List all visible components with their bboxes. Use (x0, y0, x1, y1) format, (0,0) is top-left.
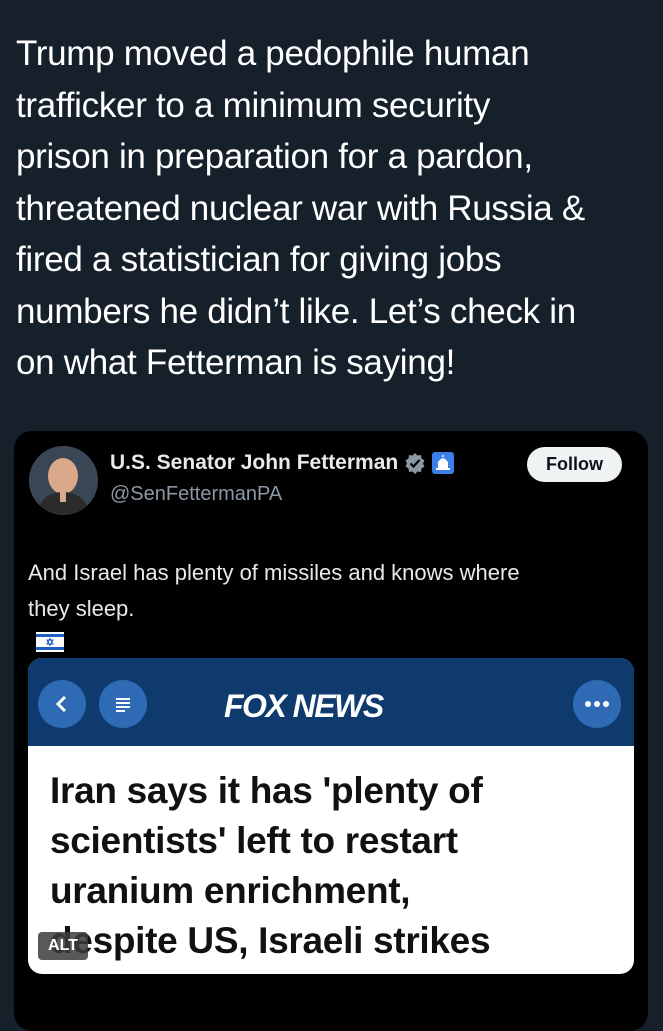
news-header-bar: FOX NEWS (28, 658, 634, 746)
news-headline: Iran says it has 'plenty of scientists' … (50, 766, 625, 966)
fox-news-logo-text: FOX NEWS (224, 688, 384, 724)
avatar[interactable] (29, 446, 98, 515)
display-name-text: U.S. Senator John Fetterman (110, 451, 399, 474)
headline-line: Iran says it has 'plenty of (50, 770, 483, 811)
post-text-line: trafficker to a minimum security (16, 85, 491, 125)
back-icon[interactable] (38, 680, 86, 728)
quoted-text-line-content: they sleep. (28, 596, 135, 621)
quoted-text-line: they sleep. (28, 591, 638, 663)
quoted-text-line: And Israel has plenty of missiles and kn… (28, 560, 520, 585)
menu-icon[interactable] (99, 680, 147, 728)
headline-line: uranium enrichment, (50, 870, 411, 911)
display-name[interactable]: U.S. Senator John Fetterman (110, 451, 455, 475)
post-text: Trump moved a pedophile human trafficker… (16, 28, 656, 389)
post-text-line: on what Fetterman is saying! (16, 343, 456, 382)
alt-text-badge[interactable]: ALT (38, 932, 88, 960)
article-image[interactable]: FOX NEWS Iran says it has 'plenty of sci… (28, 658, 634, 974)
post-text-line: threatened nuclear war with Russia & (16, 188, 585, 228)
quoted-post-text: And Israel has plenty of missiles and kn… (28, 555, 638, 663)
capitol-badge-icon (432, 452, 455, 474)
quoted-post-card[interactable]: U.S. Senator John Fetterman @SenFetterma… (14, 431, 648, 1031)
follow-button[interactable]: Follow (527, 447, 622, 482)
fox-news-logo: FOX NEWS (224, 688, 384, 725)
post-text-line: fired a statistician for giving jobs (16, 240, 502, 279)
verified-badge-icon (404, 452, 426, 474)
handle[interactable]: @SenFettermanPA (110, 483, 282, 506)
post-text-line: Trump moved a pedophile human (16, 34, 530, 73)
post-text-line: prison in preparation for a pardon, (16, 137, 533, 176)
headline-line: despite US, Israeli strikes (50, 920, 491, 961)
more-icon[interactable] (573, 680, 621, 728)
post-text-line: numbers he didn’t like. Let’s check in (16, 291, 576, 331)
headline-line: scientists' left to restart (50, 820, 458, 861)
